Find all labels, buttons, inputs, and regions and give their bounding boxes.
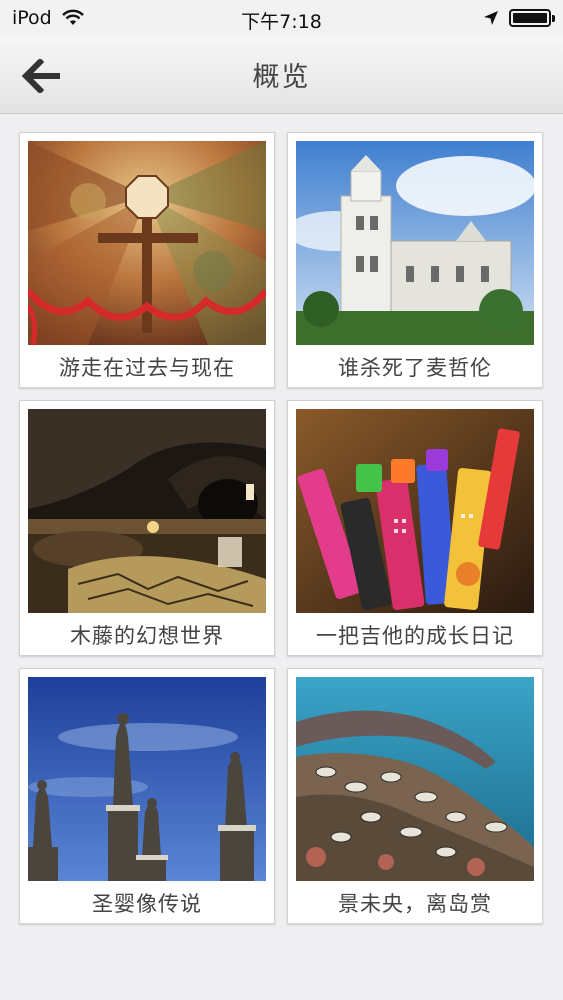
nav-bar: 概览	[0, 36, 563, 114]
card-title: 木藤的幻想世界	[70, 624, 224, 648]
cathedral-image	[296, 141, 534, 345]
card-title: 游走在过去与现在	[59, 356, 235, 380]
card-title: 一把吉他的成长日记	[316, 624, 514, 648]
card-island-scenery[interactable]: 景未央，离岛赏	[287, 668, 543, 924]
card-guitar-diary[interactable]: 一把吉他的成长日记	[287, 400, 543, 656]
page-title: 概览	[252, 62, 311, 93]
rattan-interior-image	[28, 409, 266, 613]
colorful-guitars-image	[296, 409, 534, 613]
status-time: 下午7:18	[241, 11, 322, 33]
battery-icon	[509, 9, 555, 27]
card-who-killed-magellan[interactable]: 谁杀死了麦哲伦	[287, 132, 543, 388]
overview-grid: 游走在过去与现在 谁杀死了麦哲伦 木藤的幻想世界 一把吉他的成长日记 圣婴像传说…	[19, 132, 545, 924]
stone-statues-image	[28, 677, 266, 881]
status-bar: iPod 下午7:18	[0, 0, 563, 36]
card-title: 圣婴像传说	[92, 892, 202, 916]
card-title: 谁杀死了麦哲伦	[338, 356, 492, 380]
arrow-left-icon	[22, 59, 60, 93]
card-rattan-fantasy[interactable]: 木藤的幻想世界	[19, 400, 275, 656]
card-title: 景未央，离岛赏	[338, 892, 492, 916]
coral-reef-image	[296, 677, 534, 881]
card-santo-nino-legend[interactable]: 圣婴像传说	[19, 668, 275, 924]
battery-level	[513, 13, 547, 23]
card-past-and-present[interactable]: 游走在过去与现在	[19, 132, 275, 388]
back-button[interactable]	[18, 54, 66, 98]
church-dome-painting-image	[28, 141, 266, 345]
